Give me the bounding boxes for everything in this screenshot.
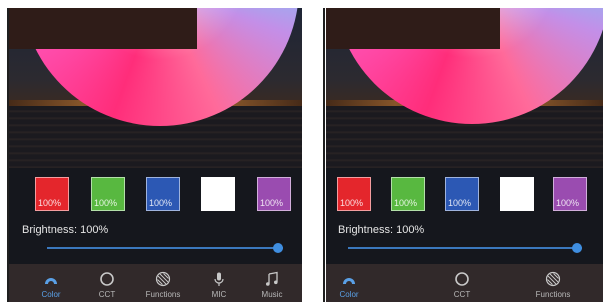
slider-track [47,247,283,249]
bottom-tab-bar: Color CCT Functions MIC Music [9,264,302,302]
screen-right: 100% 100% 100% 100% 100% Brightness: 100… [326,8,603,302]
preset-swatch-red[interactable]: 100% [337,177,371,211]
preset-swatch-blue[interactable]: 100% [445,177,479,211]
color-presets: 100% 100% 100% 100% 100% [326,177,603,211]
tab-color[interactable]: Color [326,264,379,302]
bottom-tab-bar: Color CCT Functions [326,264,603,302]
swatch-label: 100% [394,198,418,208]
swatch-label: 100% [448,198,472,208]
swatch-label: 100% [260,198,284,208]
swatch-label: 100% [94,198,118,208]
brightness-label: Brightness: 100% [338,224,425,236]
swatch-label: 100% [503,198,527,208]
preset-swatch-purple[interactable]: 100% [257,177,291,211]
microphone-icon [214,272,224,286]
preset-swatch-blue[interactable]: 100% [146,177,180,211]
color-presets: 100% 100% 100% 100% 100% [9,177,302,211]
title-bar [9,8,197,49]
striped-ball-icon [155,271,171,287]
title-bar [326,8,500,49]
color-arc-icon [343,278,355,284]
tab-mic[interactable]: MIC [189,264,249,302]
tab-label: MIC [211,290,227,299]
tab-color[interactable]: Color [21,264,81,302]
striped-ball-icon [545,271,561,287]
preset-swatch-purple[interactable]: 100% [553,177,587,211]
slider-track [348,247,582,249]
tab-label: Functions [145,290,181,299]
preset-swatch-red[interactable]: 100% [35,177,69,211]
swatch-label: 100% [340,198,364,208]
preset-swatch-green[interactable]: 100% [391,177,425,211]
tab-music[interactable]: Music [242,264,302,302]
color-arc-icon [45,278,57,284]
swatch-label: 100% [38,198,62,208]
brightness-slider[interactable] [47,242,283,254]
tab-label: Color [339,290,359,299]
preset-swatch-white[interactable]: 100% [500,177,534,211]
tab-label: Functions [535,290,571,299]
swatch-label: 100% [149,198,173,208]
screen-left: 100% 100% 100% 100% 100% Brightness: 100… [9,8,302,302]
music-note-icon [266,271,278,286]
tab-functions[interactable]: Functions [133,264,193,302]
tab-label: CCT [453,290,471,299]
tab-cct[interactable]: CCT [432,264,492,302]
swatch-label: 100% [556,198,580,208]
slider-thumb[interactable] [273,243,283,253]
tab-cct[interactable]: CCT [77,264,137,302]
slider-thumb[interactable] [572,243,582,253]
tab-label: Music [261,290,283,299]
right-frame-border [323,8,325,302]
tab-label: CCT [98,290,116,299]
swatch-label: 100% [204,198,228,208]
circle-icon [455,272,469,286]
circle-icon [100,272,114,286]
tab-functions[interactable]: Functions [523,264,583,302]
preset-swatch-green[interactable]: 100% [91,177,125,211]
brightness-label: Brightness: 100% [22,224,109,236]
tab-label: Color [41,290,61,299]
brightness-slider[interactable] [348,242,582,254]
preset-swatch-white[interactable]: 100% [201,177,235,211]
